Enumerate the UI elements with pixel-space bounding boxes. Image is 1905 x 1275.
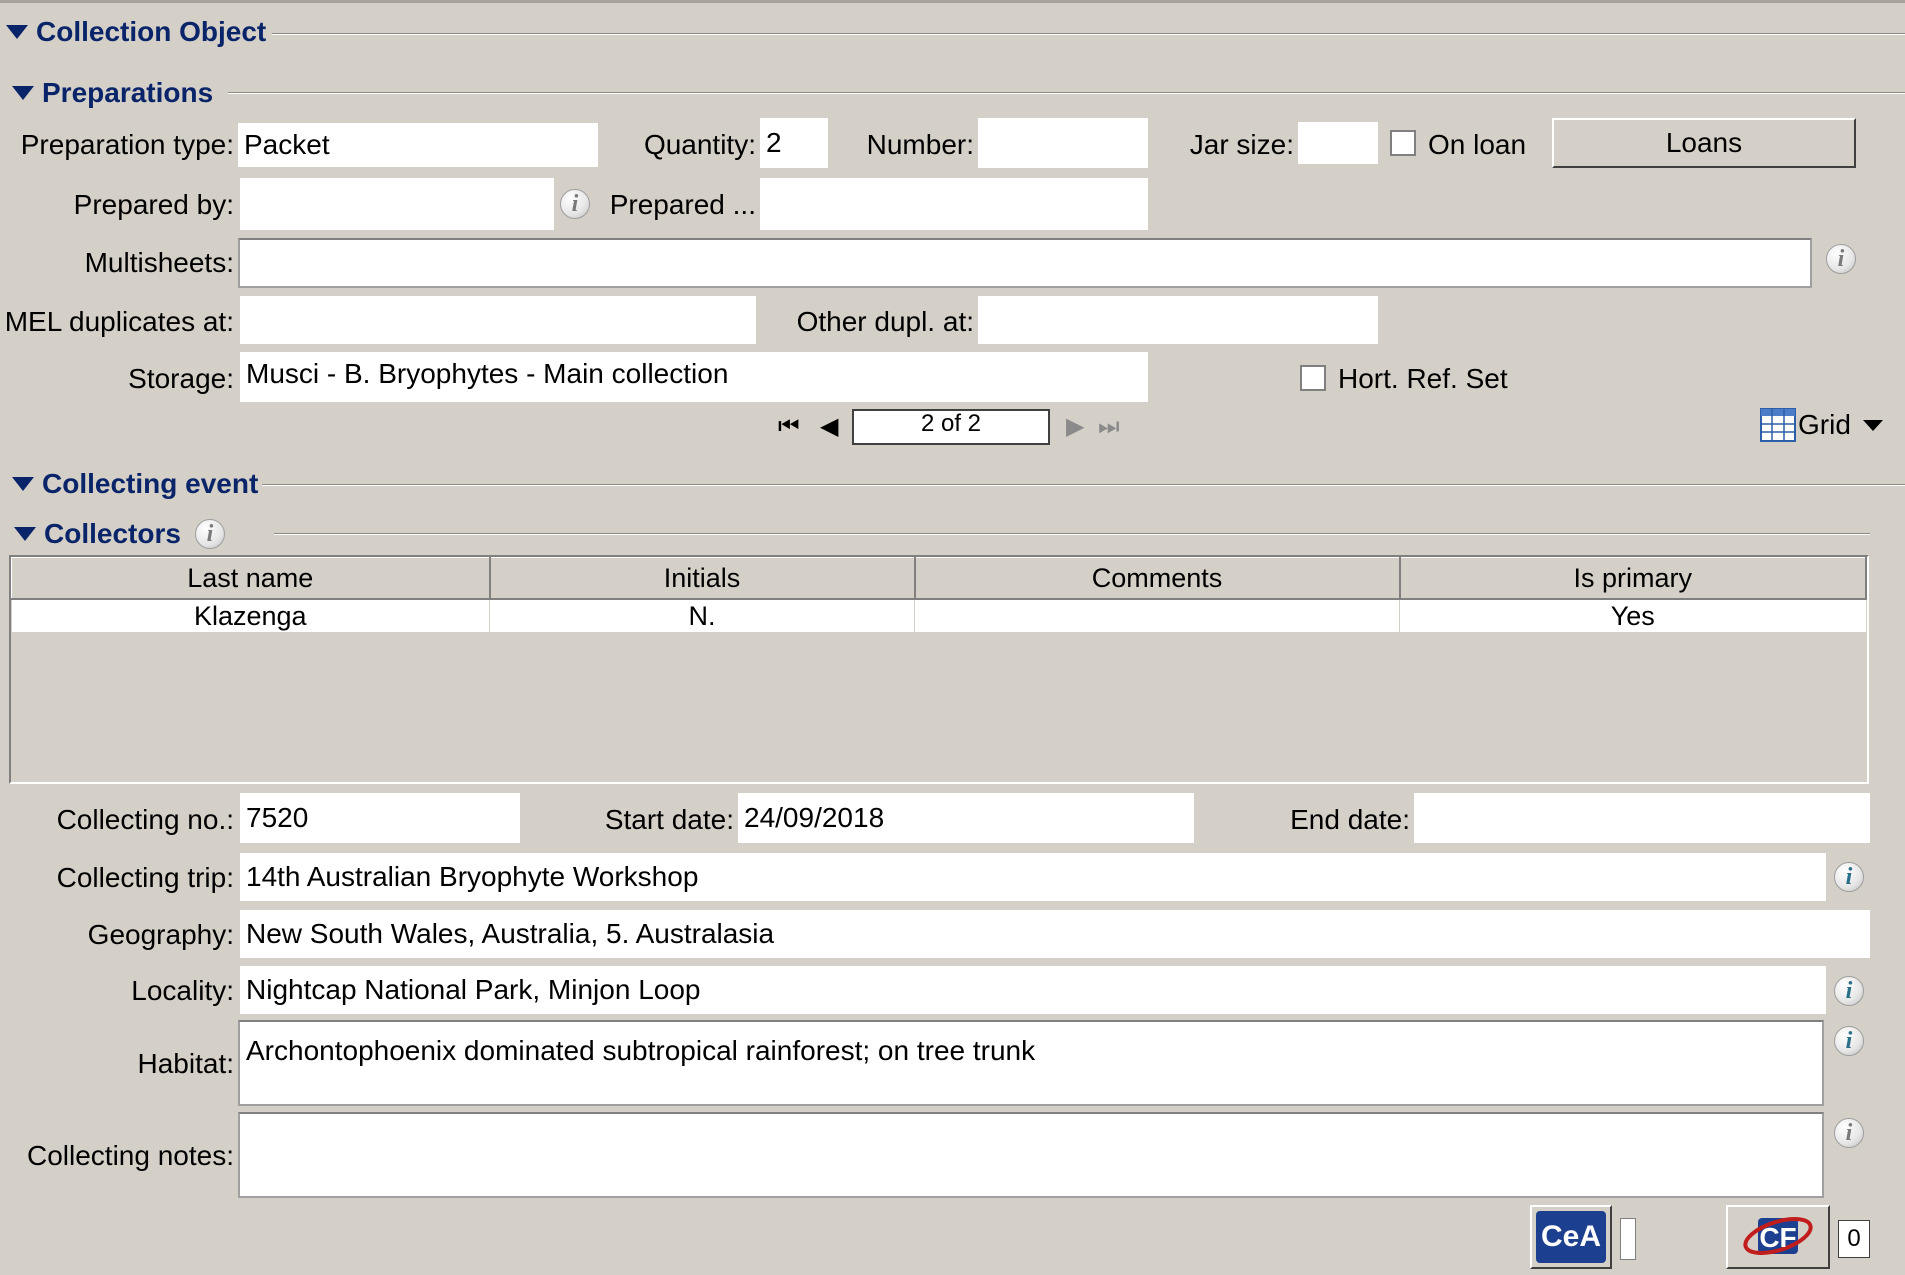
- mel-duplicates-label: MEL duplicates at:: [4, 306, 234, 337]
- table-header-row: Last name Initials Comments Is primary: [11, 557, 1867, 600]
- locality-field[interactable]: Nightcap National Park, Minjon Loop: [240, 966, 1826, 1014]
- column-header[interactable]: Initials: [489, 557, 916, 600]
- preparations-header[interactable]: Preparations: [12, 75, 213, 111]
- cea-count-field: [1620, 1218, 1636, 1260]
- preparation-type-label: Preparation type:: [20, 129, 234, 160]
- hort-ref-set-label: Hort. Ref. Set: [1338, 363, 1508, 394]
- preparation-type-field[interactable]: Packet: [238, 123, 598, 167]
- multisheets-field[interactable]: [238, 238, 1812, 288]
- geography-field[interactable]: New South Wales, Australia, 5. Australas…: [240, 910, 1870, 958]
- collapse-triangle-icon[interactable]: [12, 477, 34, 491]
- collecting-event-header[interactable]: Collecting event: [12, 466, 258, 502]
- storage-label: Storage:: [128, 363, 234, 394]
- cea-button[interactable]: CeA: [1530, 1205, 1612, 1269]
- other-dupl-field[interactable]: [978, 296, 1378, 344]
- record-pager-field[interactable]: 2 of 2: [852, 409, 1050, 445]
- table-cell[interactable]: [914, 599, 1400, 632]
- grid-view-toggle[interactable]: Grid: [1760, 408, 1883, 442]
- collecting-no-field[interactable]: 7520: [240, 793, 520, 843]
- info-icon[interactable]: i: [1834, 1118, 1864, 1148]
- previous-record-icon[interactable]: ◀: [820, 412, 838, 442]
- prepared-date-label: Prepared ...: [609, 189, 756, 220]
- cf-icon: CF: [1743, 1217, 1813, 1255]
- collection-object-title: Collection Object: [36, 16, 267, 47]
- collectors-header[interactable]: Collectors i: [14, 516, 225, 552]
- habitat-textarea[interactable]: Archontophoenix dominated subtropical ra…: [238, 1020, 1824, 1106]
- info-icon[interactable]: i: [1834, 1026, 1864, 1056]
- hort-ref-set-checkbox[interactable]: [1300, 365, 1326, 391]
- storage-field[interactable]: Musci - B. Bryophytes - Main collection: [240, 352, 1148, 402]
- collecting-trip-field[interactable]: 14th Australian Bryophyte Workshop: [240, 853, 1826, 901]
- collectors-table[interactable]: Last name Initials Comments Is primary K…: [9, 555, 1869, 784]
- mel-duplicates-field[interactable]: [240, 296, 756, 344]
- number-field[interactable]: [978, 118, 1148, 168]
- collapse-triangle-icon[interactable]: [14, 527, 36, 541]
- on-loan-checkbox[interactable]: [1390, 130, 1416, 156]
- separator: [272, 33, 1905, 35]
- info-icon[interactable]: i: [1834, 976, 1864, 1006]
- collecting-trip-label: Collecting trip:: [56, 862, 234, 893]
- last-record-icon: ⏭: [1098, 413, 1120, 440]
- column-header[interactable]: Comments: [914, 557, 1401, 600]
- cea-icon: CeA: [1536, 1211, 1606, 1263]
- other-dupl-label: Other dupl. at:: [796, 306, 974, 337]
- svg-text:CF: CF: [1759, 1222, 1796, 1253]
- table-cell[interactable]: N.: [489, 599, 915, 632]
- top-border: [0, 0, 1905, 3]
- collecting-event-title: Collecting event: [42, 468, 259, 499]
- grid-label: Grid: [1798, 409, 1851, 440]
- separator: [274, 533, 1870, 535]
- cf-button[interactable]: CF: [1726, 1205, 1830, 1269]
- on-loan-label: On loan: [1428, 129, 1527, 160]
- column-header[interactable]: Is primary: [1399, 557, 1867, 600]
- next-record-icon: ▶: [1066, 413, 1085, 440]
- multisheets-label: Multisheets:: [84, 247, 234, 278]
- preparations-title: Preparations: [42, 77, 214, 108]
- jar-size-field[interactable]: [1298, 122, 1378, 164]
- start-date-field[interactable]: 24/09/2018: [738, 793, 1194, 843]
- collapse-triangle-icon[interactable]: [6, 25, 28, 39]
- geography-label: Geography:: [87, 919, 234, 950]
- collecting-notes-label: Collecting notes:: [26, 1140, 234, 1171]
- habitat-label: Habitat:: [137, 1048, 235, 1079]
- locality-label: Locality:: [131, 975, 234, 1006]
- info-icon[interactable]: i: [1834, 862, 1864, 892]
- collectors-title: Collectors: [44, 518, 181, 549]
- prepared-date-field[interactable]: [760, 178, 1148, 230]
- info-icon[interactable]: i: [1826, 244, 1856, 274]
- loans-button[interactable]: Loans: [1552, 118, 1856, 168]
- first-record-icon[interactable]: ⏮: [778, 412, 800, 442]
- cf-count-field: 0: [1838, 1220, 1870, 1258]
- quantity-label: Quantity:: [643, 129, 756, 160]
- start-date-label: Start date:: [604, 804, 734, 835]
- info-icon[interactable]: i: [560, 189, 590, 219]
- dropdown-arrow-icon[interactable]: [1862, 419, 1883, 431]
- jar-size-label: Jar size:: [1189, 129, 1294, 160]
- collapse-triangle-icon[interactable]: [12, 86, 34, 100]
- collection-object-header[interactable]: Collection Object: [6, 14, 266, 50]
- separator: [262, 484, 1905, 486]
- column-header[interactable]: Last name: [11, 557, 491, 600]
- number-label: Number:: [866, 129, 974, 160]
- grid-icon: [1760, 408, 1796, 442]
- prepared-by-field[interactable]: [240, 178, 554, 230]
- table-row[interactable]: Klazenga N. Yes: [11, 599, 1867, 632]
- info-icon[interactable]: i: [194, 519, 225, 549]
- separator: [228, 92, 1905, 94]
- collecting-no-label: Collecting no.:: [56, 804, 234, 835]
- collecting-notes-textarea[interactable]: [238, 1112, 1824, 1198]
- quantity-field[interactable]: 2: [760, 118, 828, 168]
- table-cell[interactable]: Klazenga: [11, 599, 490, 632]
- table-cell[interactable]: Yes: [1399, 599, 1867, 632]
- end-date-label: End date:: [1290, 804, 1410, 835]
- prepared-by-label: Prepared by:: [73, 189, 234, 220]
- end-date-field[interactable]: [1414, 793, 1870, 843]
